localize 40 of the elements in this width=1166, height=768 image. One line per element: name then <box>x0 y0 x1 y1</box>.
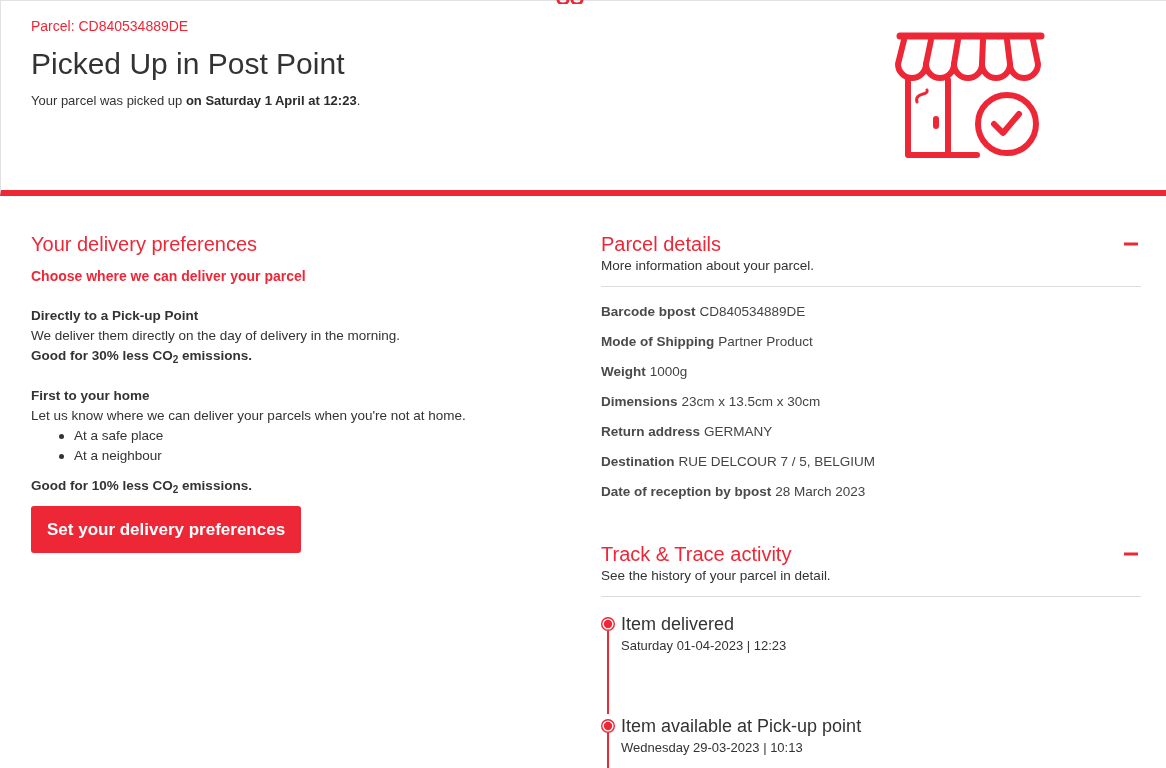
bullet-icon <box>59 453 64 459</box>
detail-label: Date of reception by bpost <box>601 483 772 501</box>
set-preferences-button[interactable]: Set your delivery preferences <box>31 506 302 553</box>
bullet-icon <box>59 433 64 439</box>
option-description: Let us know where we can deliver your parcels when you're not at home. <box>31 407 466 425</box>
status-message: Your parcel was picked up on Saturday 1 April at 12:23. <box>31 92 361 110</box>
detail-label: Mode of Shipping <box>601 333 715 351</box>
detail-label: Destination <box>601 453 675 471</box>
detail-label: Return address <box>601 423 701 441</box>
detail-label: Barcode bpost <box>601 303 696 321</box>
event-time: Wednesday 29-03-2023 | 10:13 <box>621 739 803 757</box>
section-title: Parcel details <box>601 232 722 257</box>
detail-label: Weight <box>601 363 646 381</box>
detail-label: Dimensions <box>601 393 678 411</box>
option-description: We deliver them directly on the day of delivery in the morning. <box>31 327 400 345</box>
event-title: Item available at Pick-up point <box>621 715 862 738</box>
status-title: Picked Up in Post Point <box>31 46 345 82</box>
section-title: Track & Trace activity <box>601 542 792 567</box>
option-choice: At a neighbour <box>74 447 162 465</box>
section-subtitle: More information about your parcel. <box>601 257 815 275</box>
option-title: Directly to a Pick-up Point <box>31 307 199 325</box>
event-time: Saturday 01-04-2023 | 12:23 <box>621 637 787 655</box>
section-subtitle: Choose where we can deliver your parcel <box>31 267 306 286</box>
detail-value: 23cm x 13.5cm x 30cm <box>681 393 821 411</box>
option-benefit: Good for 10% less CO$_{2}$ emissions. <box>31 477 252 496</box>
shop-check-icon <box>895 32 1045 159</box>
detail-value: CD840534889DE <box>699 303 806 321</box>
detail-value: GERMANY <box>704 423 773 441</box>
detail-value: 28 March 2023 <box>775 483 866 501</box>
section-title: Your delivery preferences <box>31 232 259 257</box>
section-subtitle: See the history of your parcel in detail. <box>601 567 831 585</box>
detail-value: 1000g <box>649 363 688 381</box>
arcs-icon <box>556 0 584 4</box>
parcel-number: Parcel: CD840534889DE <box>31 17 189 35</box>
event-title: Item delivered <box>621 613 735 636</box>
detail-value: RUE DELCOUR 7 / 5, BELGIUM <box>678 453 876 471</box>
option-benefit: Good for 30% less CO$_{2}$ emissions. <box>31 347 252 366</box>
option-choice: At a safe place <box>74 427 164 445</box>
detail-value: Partner Product <box>718 333 813 351</box>
option-title: First to your home <box>31 387 150 405</box>
